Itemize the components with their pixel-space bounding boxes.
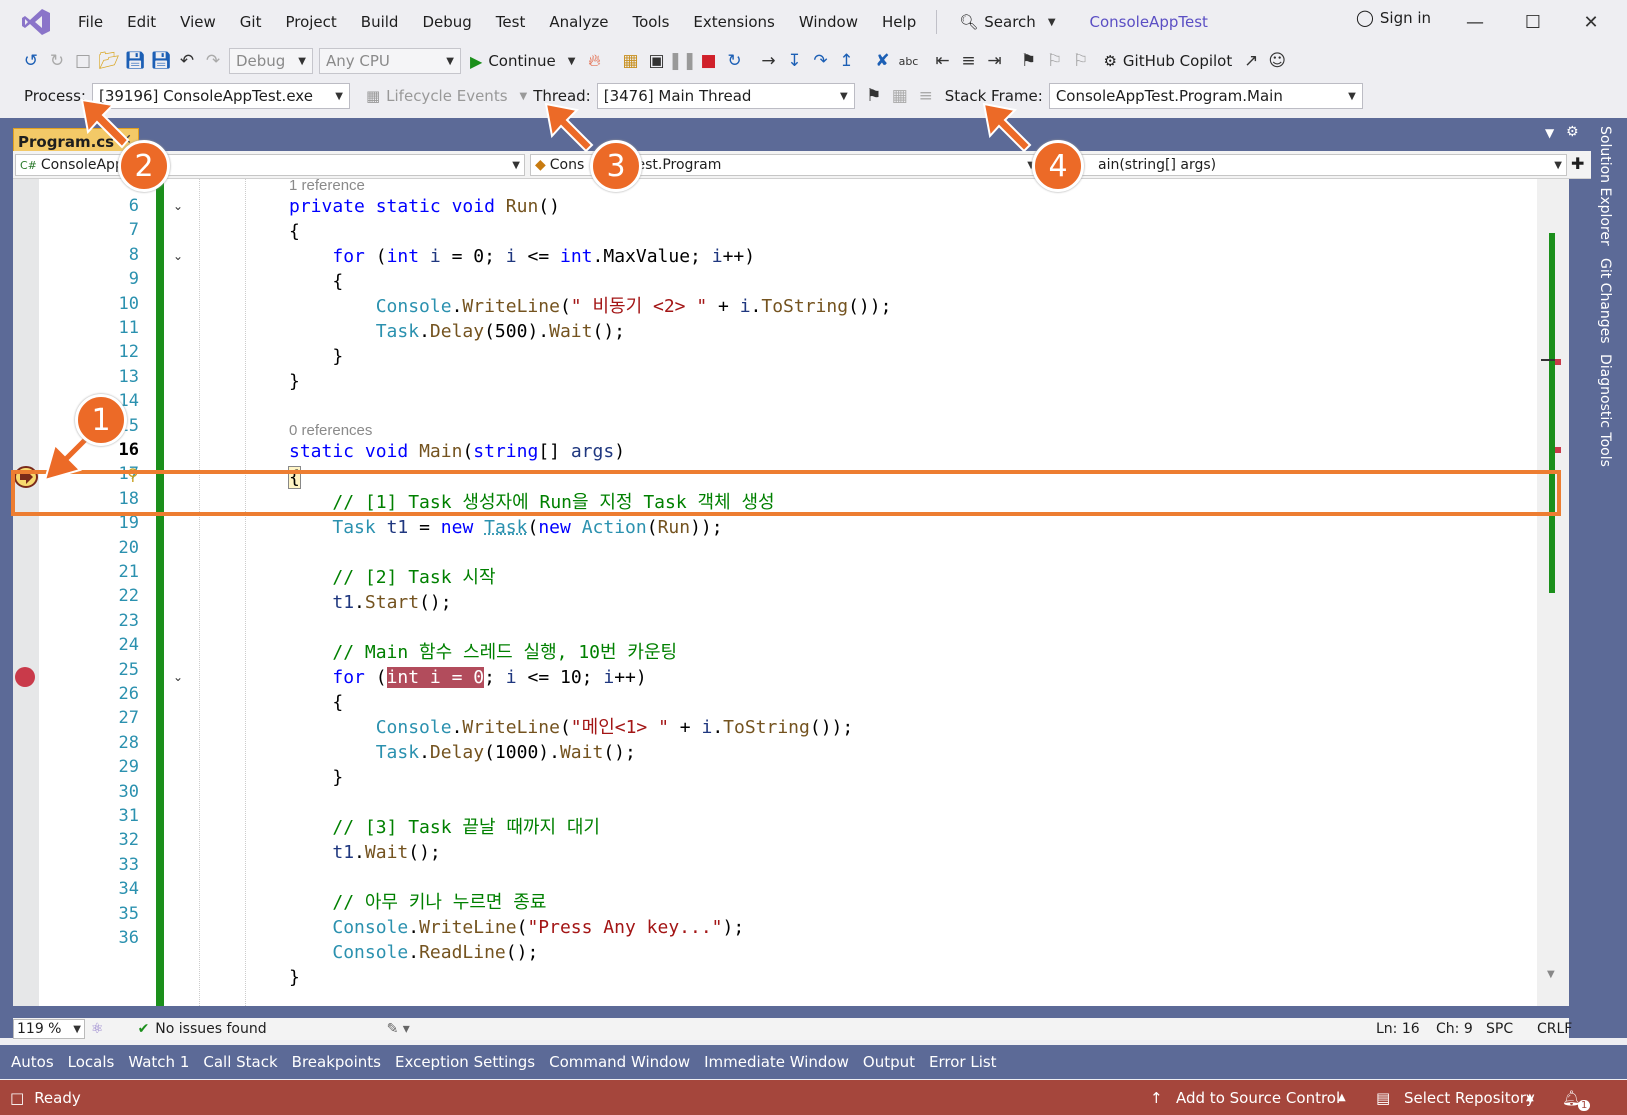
arrow-3 [544, 102, 594, 153]
callout-1: 1 [75, 394, 127, 446]
callout-2: 2 [118, 140, 170, 192]
callout-4: 4 [1032, 140, 1084, 192]
arrow-4 [982, 102, 1032, 153]
callout-3: 3 [590, 140, 642, 192]
arrow-2 [80, 98, 130, 149]
annotation-arrows [43, 98, 1032, 482]
